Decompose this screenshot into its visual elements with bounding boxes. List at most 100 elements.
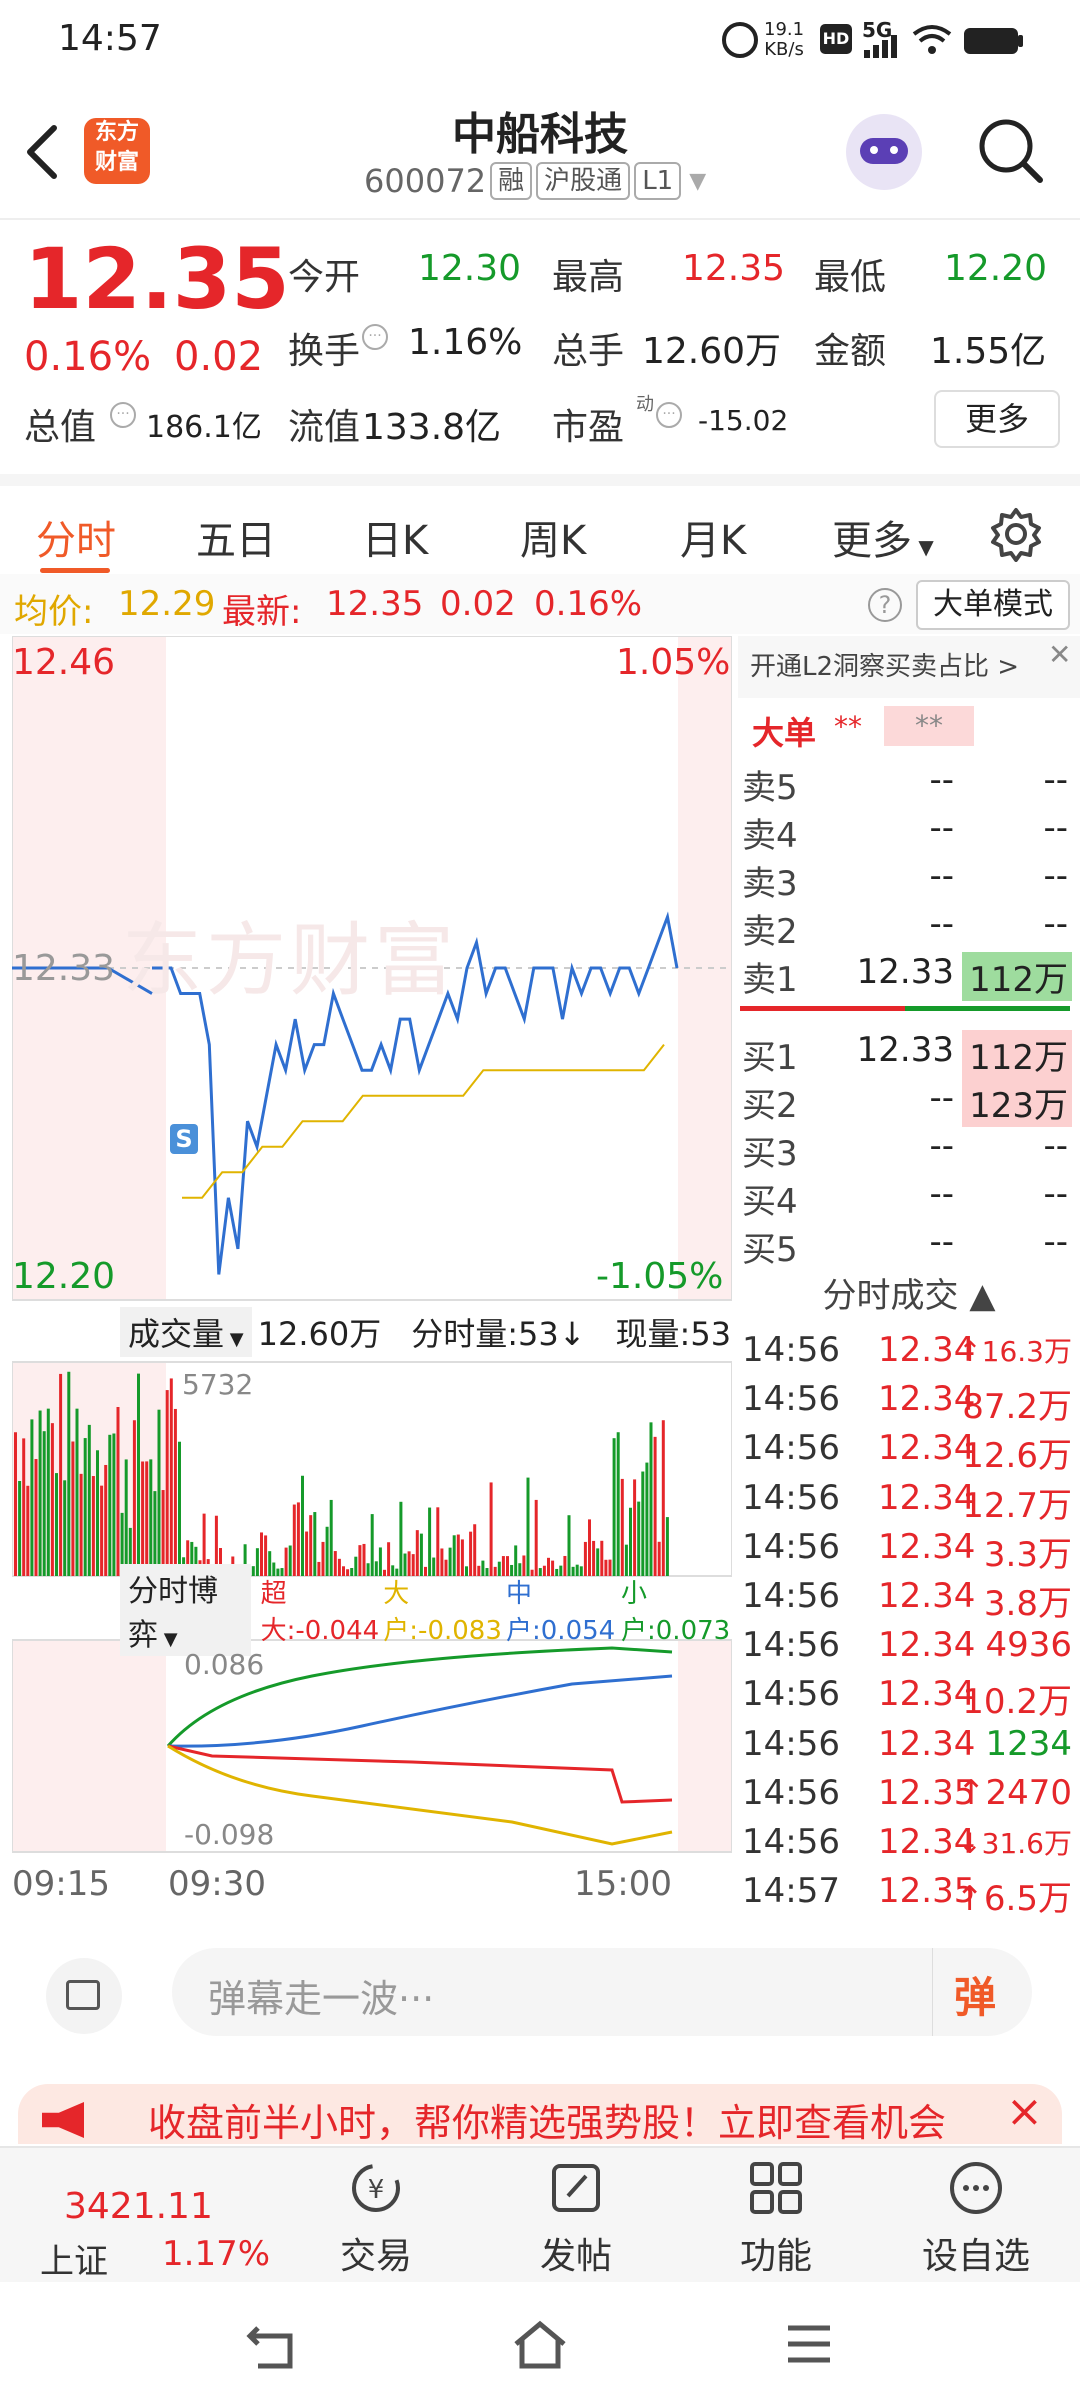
latest-change: 0.02 bbox=[440, 584, 516, 624]
volume-bar bbox=[489, 1482, 493, 1576]
game-header: 分时博弈 ▼ 超大:-0.044 大户:-0.083 中户:0.054 小户:0… bbox=[12, 1564, 732, 1656]
menu-nav-icon[interactable] bbox=[784, 2322, 834, 2368]
latest-label: 最新: bbox=[222, 592, 302, 632]
volume-bar bbox=[108, 1434, 112, 1576]
volume-bar bbox=[96, 1450, 99, 1576]
volume-bar bbox=[14, 1432, 17, 1576]
high-label: 最高 bbox=[552, 257, 625, 298]
chart-bottom-price: 12.20 bbox=[12, 1256, 116, 1297]
volume-bar bbox=[387, 1542, 391, 1576]
trade-time: 14:56 bbox=[742, 1822, 840, 1862]
tab-daily-k[interactable]: 日K bbox=[362, 508, 428, 566]
volume-bar bbox=[26, 1485, 30, 1576]
level-tag[interactable]: L1 bbox=[634, 162, 682, 200]
index-widget[interactable]: 3421.11 上证 1.17% bbox=[20, 2158, 280, 2282]
info-icon[interactable]: ··· bbox=[110, 402, 136, 428]
volume-bar bbox=[112, 1433, 116, 1576]
info-icon[interactable]: ··· bbox=[656, 402, 682, 428]
hd-icon: HD bbox=[820, 24, 852, 54]
volume-bar bbox=[100, 1485, 104, 1576]
volume-bar bbox=[629, 1507, 632, 1576]
ask-2[interactable]: 卖2 -- -- bbox=[738, 904, 1072, 952]
bid-3[interactable]: 买3 -- -- bbox=[738, 1126, 1072, 1174]
help-icon[interactable]: ? bbox=[868, 588, 902, 622]
trade-volume: 1234 bbox=[985, 1723, 1072, 1764]
volume-bar bbox=[460, 1539, 464, 1576]
bid-5[interactable]: 买5 -- -- bbox=[738, 1222, 1072, 1270]
ask-1[interactable]: 卖1 12.33 112万 bbox=[738, 952, 1072, 1001]
volume-bar bbox=[526, 1477, 530, 1576]
big-order-mode-button[interactable]: 大单模式 bbox=[916, 580, 1070, 630]
more-button[interactable]: 更多 bbox=[934, 390, 1060, 448]
volume-bar bbox=[59, 1373, 63, 1576]
open-value: 12.30 bbox=[418, 248, 522, 289]
game-selector[interactable]: 分时博弈 ▼ bbox=[120, 1564, 251, 1656]
ask-5[interactable]: 卖5 -- -- bbox=[738, 760, 1072, 808]
tab-monthly-k[interactable]: 月K bbox=[680, 508, 746, 566]
tab-more[interactable]: 更多 ▼ bbox=[832, 508, 934, 566]
index-pct: 1.17% bbox=[162, 2234, 271, 2274]
promo-banner[interactable]: 收盘前半小时，帮你精选强势股！立即查看机会 × bbox=[18, 2084, 1062, 2144]
super-large-line bbox=[167, 1744, 673, 1804]
trade-time: 14:56 bbox=[742, 1772, 840, 1813]
trade-row: 14:56 12.34 10.2万 bbox=[738, 1674, 1080, 1722]
nav-trade[interactable]: ¥ 交易 bbox=[306, 2158, 446, 2279]
trade-volume: 10.2万 bbox=[962, 1682, 1072, 1723]
trade-volume: 12.7万 bbox=[962, 1485, 1072, 1526]
volume-bar bbox=[301, 1475, 304, 1576]
nav-watchlist[interactable]: 设自选 bbox=[906, 2158, 1046, 2279]
volume-selector[interactable]: 成交量 ▼ bbox=[120, 1307, 252, 1357]
close-icon[interactable]: ✕ bbox=[1048, 638, 1071, 671]
back-icon[interactable] bbox=[22, 122, 62, 182]
trades-title[interactable]: 分时成交 ▲ bbox=[738, 1268, 1080, 1322]
big-order-v1: ** bbox=[834, 710, 862, 743]
tick-volume: 分时量:53↓ bbox=[411, 1315, 586, 1353]
stock-code-line: 600072 融 沪股通 L1 ▼ bbox=[364, 162, 706, 200]
trade-time: 14:56 bbox=[742, 1723, 840, 1764]
ask-3[interactable]: 卖3 -- -- bbox=[738, 856, 1072, 904]
close-icon[interactable]: × bbox=[998, 2086, 1043, 2137]
change-percent: 0.16% bbox=[24, 334, 152, 380]
gear-icon[interactable] bbox=[988, 506, 1044, 562]
bid-2[interactable]: 买2 -- 123万 bbox=[738, 1078, 1072, 1127]
float-cap-value: 133.8亿 bbox=[362, 407, 502, 448]
nav-functions[interactable]: 功能 bbox=[706, 2158, 846, 2279]
back-nav-icon[interactable] bbox=[244, 2322, 300, 2372]
bid-1[interactable]: 买1 12.33 112万 bbox=[738, 1030, 1072, 1079]
system-nav bbox=[0, 2282, 1080, 2408]
comment-toggle-icon[interactable] bbox=[46, 1958, 122, 2034]
trade-volume: 12.6万 bbox=[962, 1436, 1072, 1477]
info-icon[interactable]: ··· bbox=[362, 324, 388, 350]
bid-4[interactable]: 买4 -- -- bbox=[738, 1174, 1072, 1222]
volume-bar bbox=[436, 1507, 440, 1576]
robot-avatar[interactable] bbox=[846, 114, 922, 190]
danmu-input[interactable]: 弹幕走一波··· 弹 bbox=[172, 1948, 1032, 2036]
tab-five-day[interactable]: 五日 bbox=[196, 508, 276, 566]
trade-price: 12.34 bbox=[878, 1576, 976, 1616]
danmu-send-button[interactable]: 弹 bbox=[954, 1964, 996, 2025]
volume-bar bbox=[637, 1501, 641, 1576]
volume-bar bbox=[325, 1526, 329, 1576]
trade-row: 14:56 12.34 3.3万 bbox=[738, 1527, 1080, 1575]
volume-bar bbox=[137, 1373, 140, 1576]
volume-bar bbox=[596, 1548, 600, 1576]
nav-post[interactable]: 发帖 bbox=[506, 2158, 646, 2279]
volume-bar bbox=[305, 1531, 309, 1576]
home-nav-icon[interactable] bbox=[510, 2318, 570, 2372]
l2-banner[interactable]: 开通L2洞察买卖占比 > bbox=[738, 636, 1080, 698]
volume-bar bbox=[633, 1479, 637, 1576]
volume-bar bbox=[657, 1541, 661, 1576]
tab-intraday[interactable]: 分时 bbox=[36, 508, 116, 566]
avg-price-line bbox=[182, 1043, 665, 1199]
more-circle-icon bbox=[950, 2162, 1002, 2214]
chevron-down-icon[interactable]: ▼ bbox=[689, 169, 706, 194]
index-name: 上证 bbox=[40, 2242, 108, 2282]
connect-tag: 沪股通 bbox=[536, 162, 631, 200]
trade-time: 14:56 bbox=[742, 1477, 840, 1518]
volume-bar bbox=[583, 1541, 587, 1576]
search-icon[interactable] bbox=[974, 114, 1046, 186]
ask-4[interactable]: 卖4 -- -- bbox=[738, 808, 1072, 856]
tab-weekly-k[interactable]: 周K bbox=[520, 508, 586, 566]
sell-marker[interactable]: S bbox=[170, 1124, 198, 1154]
volume-bar bbox=[149, 1459, 153, 1576]
